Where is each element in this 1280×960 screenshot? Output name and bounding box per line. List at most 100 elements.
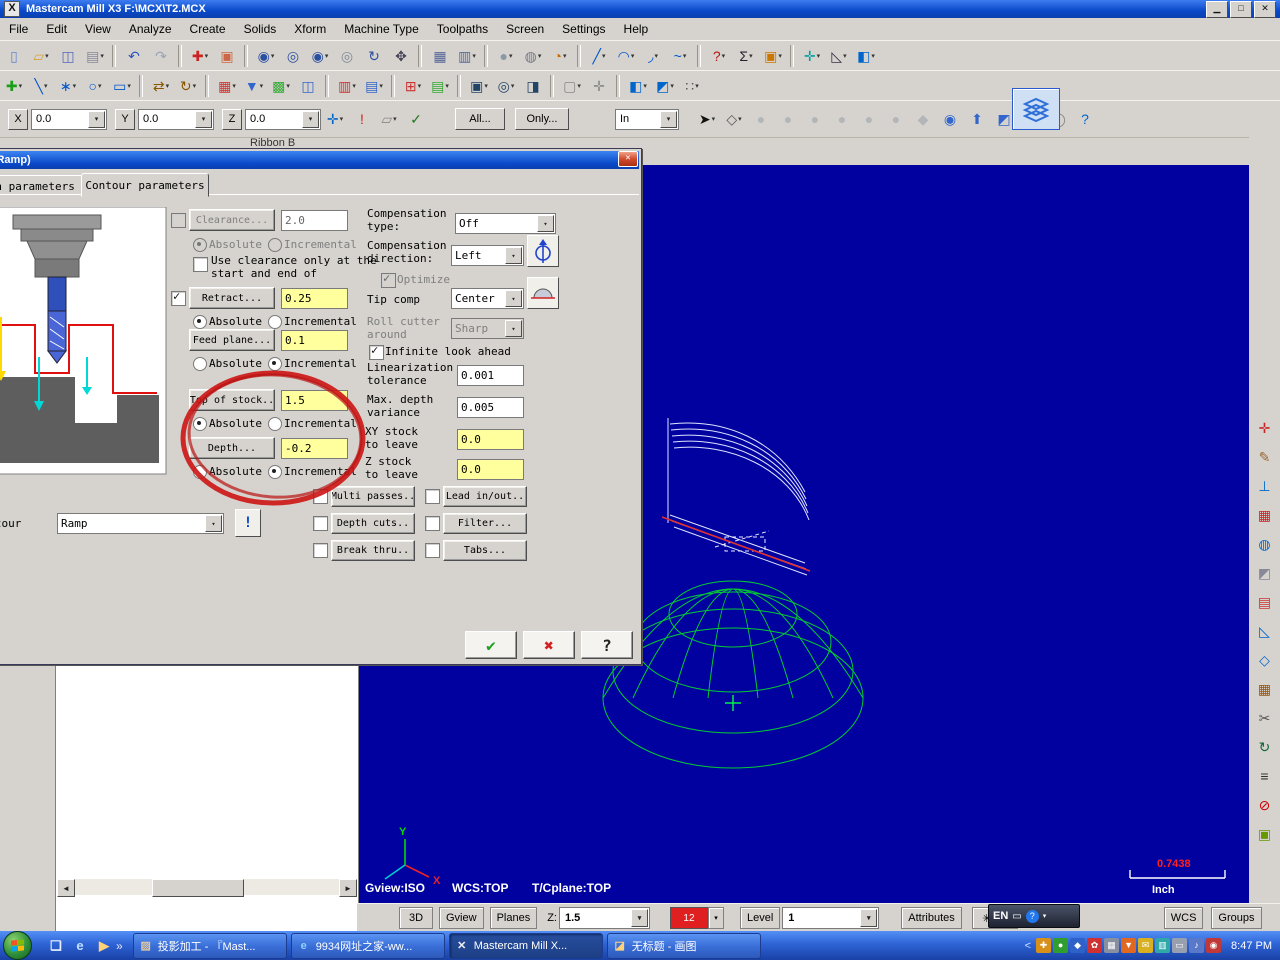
mru-trim2-button[interactable]: ✂ <box>1249 705 1280 731</box>
snap-f-button[interactable]: ● <box>883 106 909 132</box>
tray-download-icon[interactable]: ▼ <box>1121 938 1137 953</box>
feed-plane-input[interactable]: 0.1 <box>281 330 348 351</box>
dropdown-caret-icon[interactable]: ▾ <box>577 82 581 90</box>
lead-in-out-checkbox[interactable] <box>425 489 440 504</box>
media-player-icon[interactable]: ▶ <box>94 936 114 956</box>
select-last-button[interactable]: ◉ <box>937 106 963 132</box>
tabs-button[interactable]: Tabs... <box>443 540 527 561</box>
break-thru-checkbox[interactable] <box>313 543 328 558</box>
redo-button[interactable]: ↷ <box>148 43 174 69</box>
compensation-type-arrow-icon[interactable]: ▾ <box>537 215 554 232</box>
clearance-button[interactable]: Clearance... <box>189 209 275 231</box>
dynamic-rotate-button[interactable]: ↻ <box>361 43 387 69</box>
wireframe-view-button[interactable]: ◍ ▾ <box>520 43 546 69</box>
menu-item-solids[interactable]: Solids <box>235 20 286 38</box>
create-line-button[interactable]: ╱ ▾ <box>586 43 612 69</box>
dropdown-caret-icon[interactable]: ▾ <box>418 82 422 90</box>
roll-cutter-arrow-icon[interactable]: ▾ <box>505 320 522 337</box>
mru-block-button[interactable]: ▦ <box>1249 676 1280 702</box>
cursor-check-button[interactable]: ✓ <box>403 106 429 132</box>
tray-volume-icon[interactable]: ♪ <box>1189 938 1205 953</box>
help-button[interactable]: ? <box>581 631 633 659</box>
dropdown-caret-icon[interactable]: ▾ <box>563 52 567 60</box>
zoom-window-button[interactable]: ◉ ▾ <box>253 43 279 69</box>
menu-item-edit[interactable]: Edit <box>37 20 76 38</box>
select-only-button[interactable]: Only... <box>515 108 569 130</box>
tray-safety-icon[interactable]: ◉ <box>1206 938 1222 953</box>
verify-button[interactable]: ⊞ ▾ <box>400 73 426 99</box>
xform-rotate-button[interactable]: ↻ ▾ <box>175 73 201 99</box>
dropdown-caret-icon[interactable]: ▾ <box>631 52 635 60</box>
save-file-button[interactable]: ◫ <box>55 43 81 69</box>
filter-checkbox[interactable] <box>425 516 440 531</box>
snap-a-button[interactable]: ● <box>748 106 774 132</box>
dropdown-caret-icon[interactable]: ▾ <box>340 115 344 123</box>
taskbar-task-paint[interactable]: ◪ 无标题 - 画图 <box>606 932 761 959</box>
dropdown-caret-icon[interactable]: ▾ <box>100 52 104 60</box>
toolpath-pocket-button[interactable]: ▩ ▾ <box>268 73 294 99</box>
dropdown-caret-icon[interactable]: ▾ <box>73 82 77 90</box>
mru-analyze-button[interactable]: ✛ <box>1249 415 1280 441</box>
view-orientation-button[interactable]: ◧ ▾ <box>853 43 879 69</box>
statusbar-z-arrow-icon[interactable]: ▾ <box>630 909 648 927</box>
mru-sphere-button[interactable]: ◍ <box>1249 531 1280 557</box>
statusbar-level-button[interactable]: Level <box>739 907 781 929</box>
dropdown-caret-icon[interactable]: ▾ <box>738 115 742 123</box>
orient-view-button[interactable]: ◔ ▾ <box>547 43 573 69</box>
tray-security-icon[interactable]: ✚ <box>1036 938 1052 953</box>
taskbar-task-mastercam[interactable]: ✕ Mastercam Mill X... <box>448 932 603 959</box>
show-desktop-icon[interactable]: ❏ <box>46 936 66 956</box>
dropdown-caret-icon[interactable]: ▾ <box>778 52 782 60</box>
mru-trim-button[interactable]: ⊥ <box>1249 473 1280 499</box>
select-window-button[interactable]: ◇ ▾ <box>721 106 747 132</box>
dropdown-caret-icon[interactable]: ▾ <box>260 82 264 90</box>
snap-e-button[interactable]: ● <box>856 106 882 132</box>
wcs-menu-button[interactable]: ◩ ▾ <box>652 73 678 99</box>
compensation-direction-button[interactable] <box>527 235 559 267</box>
dropdown-caret-icon[interactable]: ▾ <box>166 82 170 90</box>
x-axis-button[interactable]: X <box>8 108 28 130</box>
menu-item-create[interactable]: Create <box>181 20 235 38</box>
dropdown-caret-icon[interactable]: ▾ <box>843 52 847 60</box>
statusbar-level-input[interactable]: 1 ▾ <box>782 907 880 929</box>
screen-capture-button[interactable]: ▣ ▾ <box>760 43 786 69</box>
multi-passes-checkbox[interactable] <box>313 489 328 504</box>
ime-help-icon[interactable]: ? <box>1025 909 1039 923</box>
menu-item-machine-type[interactable]: Machine Type <box>335 20 428 38</box>
dropdown-caret-icon[interactable]: ▾ <box>817 52 821 60</box>
dropdown-caret-icon[interactable]: ▾ <box>45 52 49 60</box>
cancel-button[interactable]: ✖ <box>523 631 575 659</box>
feed-incremental-radio[interactable] <box>268 357 282 371</box>
tip-comp-button[interactable] <box>527 277 559 309</box>
dropdown-caret-icon[interactable]: ▾ <box>484 82 488 90</box>
y-coordinate-input[interactable]: 0.0 ▾ <box>138 108 214 130</box>
clearance-incremental-radio[interactable] <box>268 238 282 252</box>
machine-router-button[interactable]: ◨ <box>520 73 546 99</box>
tray-update-icon[interactable]: ● <box>1053 938 1069 953</box>
clearance-checkbox[interactable] <box>171 213 186 228</box>
create-fillet-button[interactable]: ◞ ▾ <box>640 43 666 69</box>
dropdown-caret-icon[interactable]: ▾ <box>127 82 131 90</box>
mru-shade-button[interactable]: ▣ <box>1249 821 1280 847</box>
tool-settings-button[interactable]: ✛ <box>586 73 612 99</box>
retract-absolute-radio[interactable] <box>193 315 207 329</box>
scroll-left-arrow-icon[interactable]: ◄ <box>57 879 75 897</box>
dropdown-caret-icon[interactable]: ▾ <box>205 52 209 60</box>
tabs-checkbox[interactable] <box>425 543 440 558</box>
toolpath-drill-button[interactable]: ▼ ▾ <box>241 73 267 99</box>
compensation-direction-arrow-icon[interactable]: ▾ <box>505 247 522 264</box>
statusbar-attributes-button[interactable]: Attributes <box>901 907 962 929</box>
dropdown-caret-icon[interactable]: ▾ <box>286 82 290 90</box>
top-of-stock-input[interactable]: 1.5 <box>281 390 348 411</box>
close-button[interactable]: ✕ <box>1254 0 1276 18</box>
notes-button[interactable]: Σ ▾ <box>733 43 759 69</box>
multi-passes-button[interactable]: Multi passes.. <box>331 486 415 507</box>
statusbar-3d-button[interactable]: 3D <box>399 907 433 929</box>
linearization-tolerance-input[interactable]: 0.001 <box>457 365 524 386</box>
max-depth-variance-input[interactable]: 0.005 <box>457 397 524 418</box>
zoom-target-button[interactable]: ◎ <box>280 43 306 69</box>
depth-cuts-button[interactable]: Depth cuts.. <box>331 513 415 534</box>
dropdown-caret-icon[interactable]: ▾ <box>232 82 236 90</box>
create-circle-button[interactable]: ○ ▾ <box>82 73 108 99</box>
lead-in-out-button[interactable]: Lead in/out.. <box>443 486 527 507</box>
